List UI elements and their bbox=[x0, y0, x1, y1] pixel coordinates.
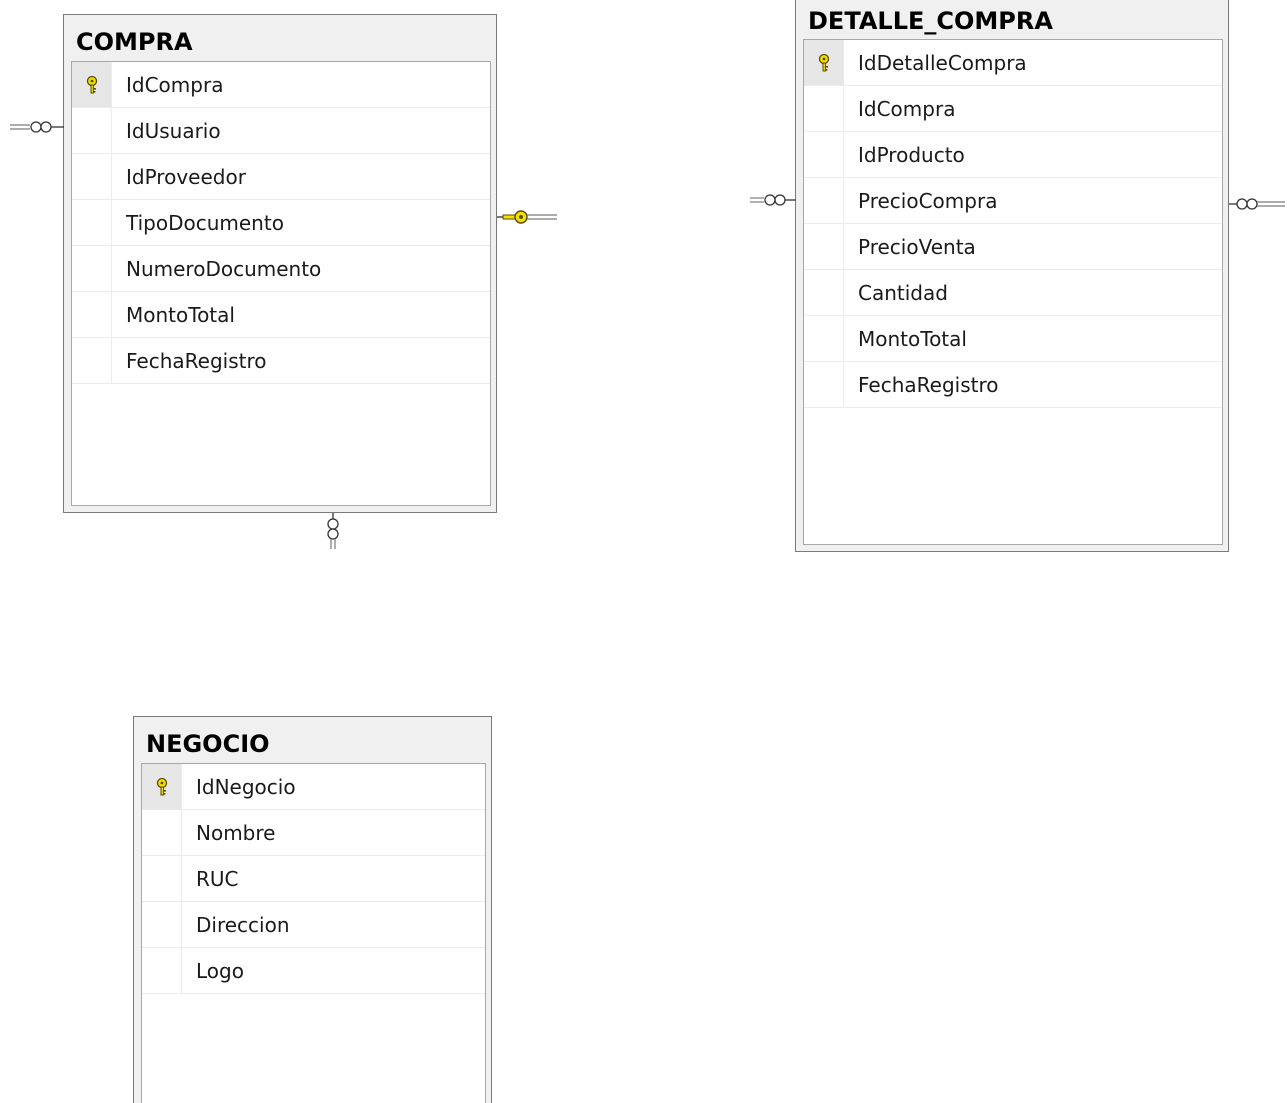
column-name: NumeroDocumento bbox=[126, 256, 322, 281]
table-title: DETALLE_COMPRA bbox=[808, 7, 1053, 35]
column-row[interactable]: MontoTotal bbox=[804, 316, 1222, 362]
column-name: Logo bbox=[196, 958, 244, 983]
table-compra[interactable]: COMPRA IdCompra IdUsuario IdProveedor Ti… bbox=[63, 14, 497, 513]
column-row[interactable]: PrecioVenta bbox=[804, 224, 1222, 270]
row-gutter bbox=[804, 270, 844, 315]
infinity-icon[interactable] bbox=[750, 193, 796, 207]
column-row[interactable]: MontoTotal bbox=[72, 292, 490, 338]
column-name: MontoTotal bbox=[858, 326, 967, 351]
column-row[interactable]: IdProducto bbox=[804, 132, 1222, 178]
column-name: IdProveedor bbox=[126, 164, 246, 189]
column-row[interactable]: PrecioCompra bbox=[804, 178, 1222, 224]
column-name: MontoTotal bbox=[126, 302, 235, 327]
table-detalle-compra[interactable]: DETALLE_COMPRA IdDetalleCompra IdCompra … bbox=[795, 0, 1229, 552]
column-name: Cantidad bbox=[858, 280, 948, 305]
table-columns: IdDetalleCompra IdCompra IdProducto Prec… bbox=[803, 39, 1223, 545]
row-gutter bbox=[804, 178, 844, 223]
column-name: PrecioVenta bbox=[858, 234, 976, 259]
column-name: Direccion bbox=[196, 912, 290, 937]
row-gutter bbox=[804, 362, 844, 407]
row-gutter bbox=[804, 132, 844, 177]
table-negocio[interactable]: NEGOCIO IdNegocio Nombre RUC Direccion L… bbox=[133, 716, 492, 1103]
key-icon bbox=[86, 75, 97, 93]
table-title: NEGOCIO bbox=[146, 730, 270, 758]
row-gutter bbox=[72, 200, 112, 245]
table-columns: IdCompra IdUsuario IdProveedor TipoDocum… bbox=[71, 61, 491, 506]
row-gutter bbox=[142, 810, 182, 855]
table-title: COMPRA bbox=[76, 28, 193, 56]
key-icon[interactable] bbox=[497, 208, 557, 226]
table-columns: IdNegocio Nombre RUC Direccion Logo bbox=[141, 763, 486, 1103]
column-row[interactable]: Logo bbox=[142, 948, 485, 994]
column-row[interactable]: IdDetalleCompra bbox=[804, 40, 1222, 86]
column-row[interactable]: RUC bbox=[142, 856, 485, 902]
column-name: Nombre bbox=[196, 820, 276, 845]
column-name: IdCompra bbox=[126, 72, 224, 97]
row-gutter bbox=[72, 292, 112, 337]
column-row[interactable]: IdUsuario bbox=[72, 108, 490, 154]
column-name: IdNegocio bbox=[196, 774, 296, 799]
column-name: TipoDocumento bbox=[126, 210, 284, 235]
primary-key-gutter bbox=[804, 40, 844, 85]
column-name: RUC bbox=[196, 866, 239, 891]
column-row[interactable]: TipoDocumento bbox=[72, 200, 490, 246]
column-name: FechaRegistro bbox=[858, 372, 999, 397]
diagram-canvas: COMPRA IdCompra IdUsuario IdProveedor Ti… bbox=[0, 0, 1287, 1103]
column-row[interactable]: Direccion bbox=[142, 902, 485, 948]
row-gutter bbox=[804, 86, 844, 131]
row-gutter bbox=[804, 224, 844, 269]
key-icon bbox=[818, 53, 829, 71]
column-row[interactable]: IdCompra bbox=[72, 62, 490, 108]
column-name: IdCompra bbox=[858, 96, 956, 121]
column-row[interactable]: FechaRegistro bbox=[72, 338, 490, 384]
row-gutter bbox=[804, 316, 844, 361]
column-name: IdUsuario bbox=[126, 118, 221, 143]
key-icon bbox=[156, 777, 167, 795]
column-row[interactable]: Nombre bbox=[142, 810, 485, 856]
row-gutter bbox=[142, 902, 182, 947]
column-name: PrecioCompra bbox=[858, 188, 998, 213]
infinity-icon[interactable] bbox=[1229, 197, 1285, 211]
row-gutter bbox=[72, 154, 112, 199]
column-row[interactable]: NumeroDocumento bbox=[72, 246, 490, 292]
row-gutter bbox=[72, 108, 112, 153]
row-gutter bbox=[142, 856, 182, 901]
column-name: IdProducto bbox=[858, 142, 965, 167]
infinity-icon[interactable] bbox=[326, 513, 340, 549]
column-row[interactable]: IdCompra bbox=[804, 86, 1222, 132]
column-row[interactable]: IdProveedor bbox=[72, 154, 490, 200]
infinity-icon[interactable] bbox=[10, 120, 64, 134]
row-gutter bbox=[142, 948, 182, 993]
primary-key-gutter bbox=[72, 62, 112, 107]
column-name: FechaRegistro bbox=[126, 348, 267, 373]
column-row[interactable]: IdNegocio bbox=[142, 764, 485, 810]
primary-key-gutter bbox=[142, 764, 182, 809]
column-row[interactable]: FechaRegistro bbox=[804, 362, 1222, 408]
column-row[interactable]: Cantidad bbox=[804, 270, 1222, 316]
row-gutter bbox=[72, 246, 112, 291]
row-gutter bbox=[72, 338, 112, 383]
column-name: IdDetalleCompra bbox=[858, 50, 1027, 75]
